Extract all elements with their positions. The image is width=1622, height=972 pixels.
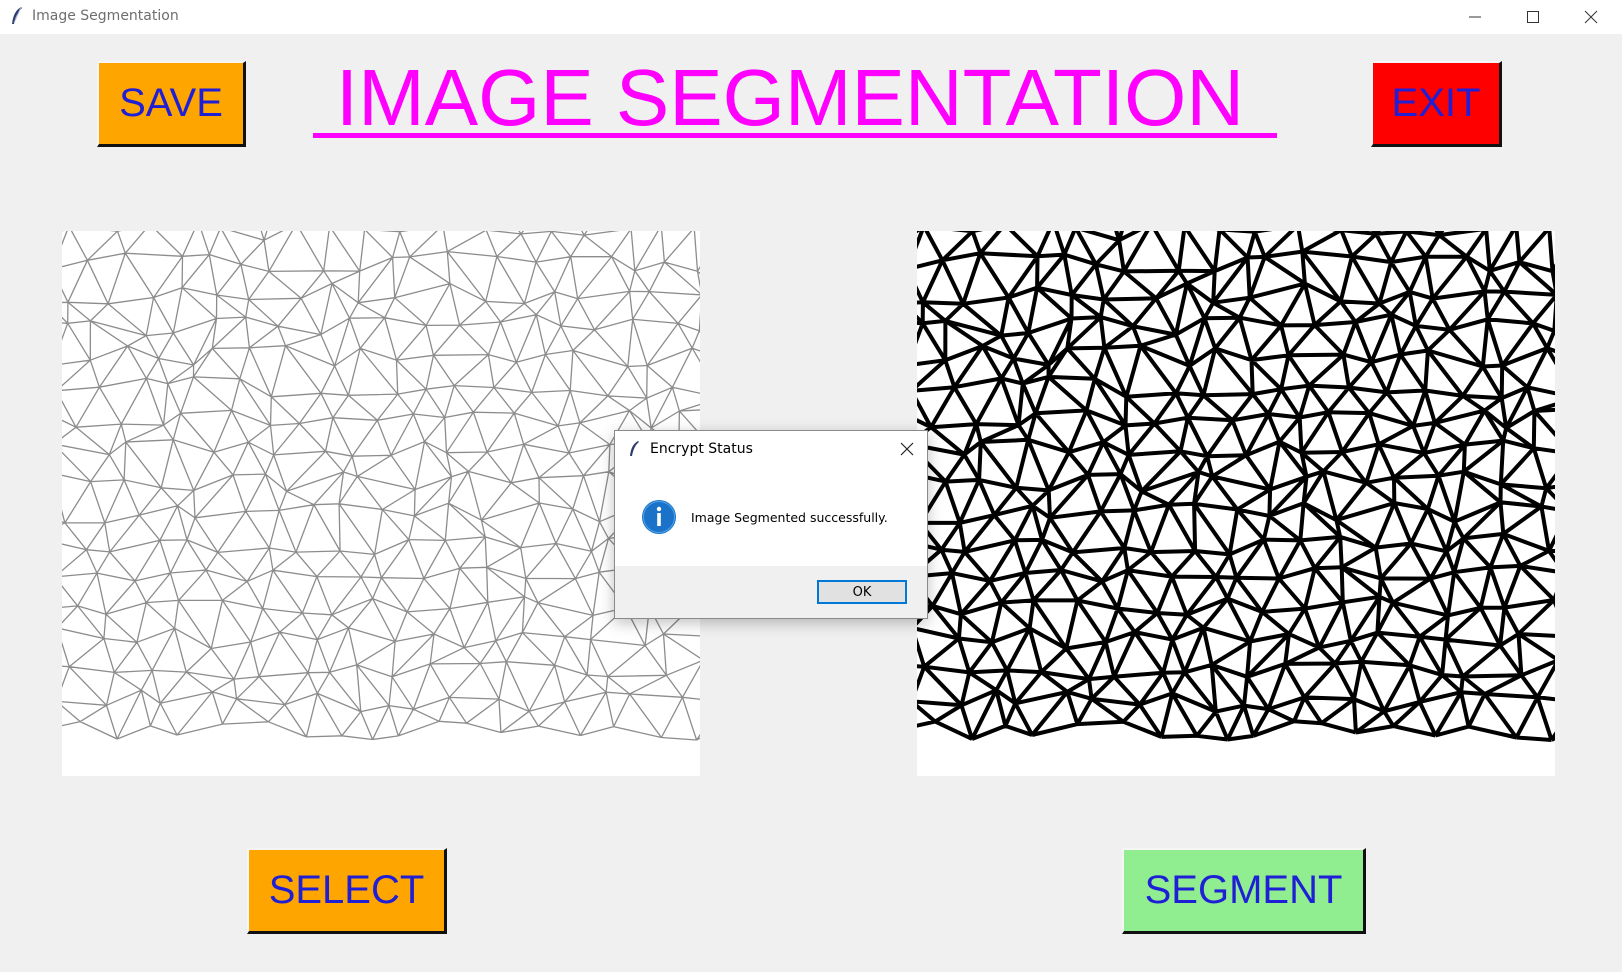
dialog-title: Encrypt Status <box>650 441 753 457</box>
info-icon <box>642 500 676 534</box>
maximize-button[interactable] <box>1504 0 1562 34</box>
title-underline <box>313 133 1277 138</box>
window-title: Image Segmentation <box>32 8 179 24</box>
select-button[interactable]: SELECT <box>247 848 447 934</box>
ok-button[interactable]: OK <box>817 580 907 604</box>
segmented-image <box>917 231 1555 776</box>
window-titlebar: Image Segmentation <box>0 0 1622 34</box>
minimize-icon <box>1469 16 1481 18</box>
exit-button[interactable]: EXIT <box>1371 61 1502 147</box>
save-button[interactable]: SAVE <box>97 61 246 147</box>
close-icon[interactable] <box>899 441 915 457</box>
message-dialog: Encrypt Status Image Segmented successfu… <box>614 430 928 619</box>
original-image <box>62 231 700 776</box>
cell-pattern-original <box>62 231 700 741</box>
feather-icon <box>12 6 22 24</box>
close-window-button[interactable] <box>1562 0 1620 34</box>
minimize-button[interactable] <box>1446 0 1504 34</box>
dialog-footer: OK <box>615 566 927 618</box>
feather-icon <box>630 441 639 456</box>
segment-button[interactable]: SEGMENT <box>1122 848 1366 934</box>
app-title: IMAGE SEGMENTATION <box>335 53 1245 142</box>
dialog-message: Image Segmented successfully. <box>691 510 888 525</box>
close-icon <box>1584 10 1598 24</box>
cell-pattern-segmented <box>917 231 1555 742</box>
maximize-icon <box>1527 11 1539 23</box>
